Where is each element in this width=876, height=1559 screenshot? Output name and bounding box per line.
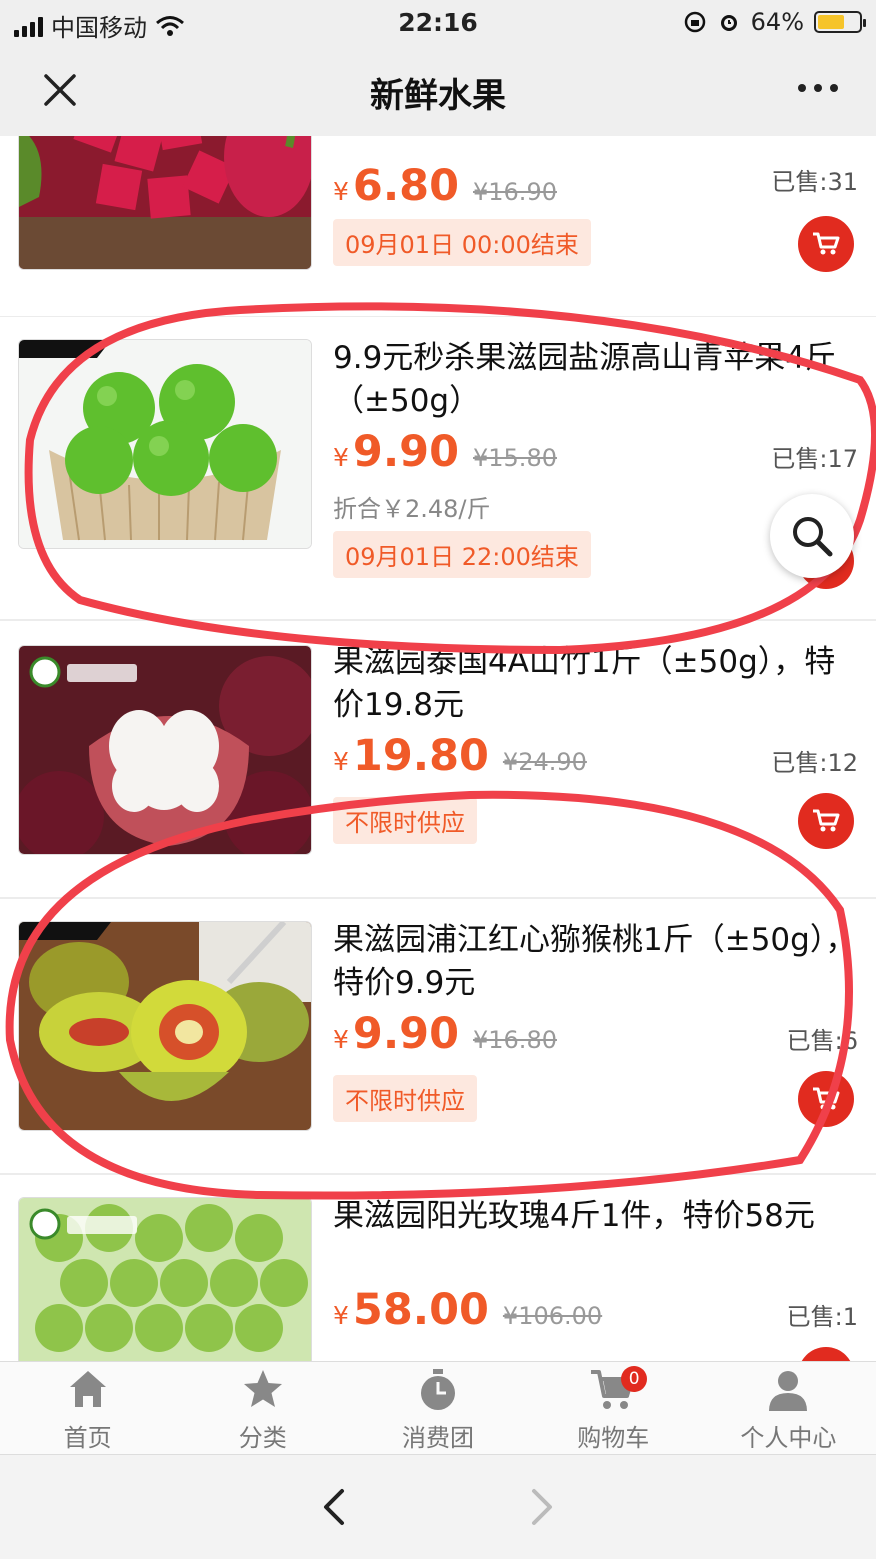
browser-nav — [0, 1454, 876, 1559]
add-to-cart-button[interactable] — [798, 1347, 854, 1361]
cart-icon — [813, 1087, 840, 1110]
search-button[interactable] — [770, 494, 854, 578]
cart-icon — [813, 809, 840, 832]
title-bar: 新鲜水果 — [0, 44, 876, 137]
product-list[interactable]: ¥ 6.80 ¥16.90 已售:31 09月01日 00:00结束 9.9元秒… — [0, 136, 876, 1361]
price: 6.80 — [352, 161, 459, 211]
currency-symbol: ¥ — [333, 1025, 349, 1054]
original-price: ¥106.00 — [502, 1302, 603, 1330]
product-name[interactable]: 9.9元秒杀果滋园盐源高山青苹果4斤（±50g） — [333, 337, 863, 423]
tab-home[interactable]: 首页 — [0, 1362, 175, 1454]
price-row: ¥ 19.80 ¥24.90 — [333, 731, 587, 781]
product-name[interactable]: 果滋园泰国4A山竹1斤（±50g），特价19.8元 — [333, 641, 863, 727]
currency-symbol: ¥ — [333, 747, 349, 776]
back-arrow-icon[interactable] — [318, 1487, 350, 1527]
add-to-cart-button[interactable] — [798, 793, 854, 849]
green-apple-image[interactable] — [18, 339, 312, 549]
page-title: 新鲜水果 — [370, 76, 506, 116]
original-price: ¥24.90 — [502, 748, 587, 776]
price: 9.90 — [352, 1009, 459, 1059]
price: 19.80 — [352, 731, 489, 781]
cart-icon — [813, 232, 840, 255]
currency-symbol: ¥ — [333, 177, 349, 206]
product-item[interactable]: 果滋园阳光玫瑰4斤1件，特价58元 ¥ 58.00 ¥106.00 已售:1 — [0, 1175, 876, 1361]
tab-profile[interactable]: 个人中心 — [701, 1362, 876, 1454]
mangosteen-image[interactable] — [18, 645, 312, 855]
tab-label: 个人中心 — [740, 1424, 837, 1452]
search-icon — [793, 517, 833, 557]
grape-image[interactable] — [18, 1197, 312, 1361]
unit-price: 折合￥2.48/斤 — [333, 495, 491, 523]
sold-count: 已售:12 — [771, 749, 858, 777]
product-name[interactable]: 果滋园浦江红心猕猴桃1斤（±50g），特价9.9元 — [333, 919, 863, 1005]
more-icon[interactable] — [796, 78, 840, 98]
price: 9.90 — [352, 427, 459, 477]
tab-bar: 首页 分类 消费团 0 购物车 个人中心 — [0, 1361, 876, 1454]
home-icon — [69, 1371, 106, 1407]
product-item[interactable]: 果滋园浦江红心猕猴桃1斤（±50g），特价9.9元 ¥ 9.90 ¥16.80 … — [0, 899, 876, 1175]
dragon-fruit-image[interactable] — [18, 136, 312, 270]
tab-label: 购物车 — [577, 1424, 650, 1452]
product-name[interactable]: 果滋园阳光玫瑰4斤1件，特价58元 — [333, 1195, 863, 1238]
timer-icon — [421, 1369, 455, 1410]
tab-label: 分类 — [238, 1424, 287, 1452]
deadline-badge: 09月01日 22:00结束 — [333, 531, 591, 578]
add-to-cart-button[interactable] — [798, 216, 854, 272]
product-item[interactable]: 果滋园泰国4A山竹1斤（±50g），特价19.8元 ¥ 19.80 ¥24.90… — [0, 621, 876, 899]
original-price: ¥16.80 — [473, 1026, 557, 1054]
price: 58.00 — [352, 1285, 489, 1335]
tab-group[interactable]: 消费团 — [350, 1362, 525, 1454]
supply-badge: 不限时供应 — [333, 1075, 477, 1122]
currency-symbol: ¥ — [333, 443, 349, 472]
deadline-badge: 09月01日 00:00结束 — [333, 219, 591, 266]
add-to-cart-button[interactable] — [798, 1071, 854, 1127]
kiwi-image[interactable] — [18, 921, 312, 1131]
user-icon — [769, 1371, 808, 1411]
cart-count-badge: 0 — [621, 1366, 648, 1392]
status-right: 64% — [683, 8, 866, 36]
product-item[interactable]: 9.9元秒杀果滋园盐源高山青苹果4斤（±50g） ¥ 9.90 ¥15.80 已… — [0, 317, 876, 621]
tab-category[interactable]: 分类 — [175, 1362, 350, 1454]
sold-count: 已售:17 — [771, 445, 858, 473]
tab-label: 首页 — [63, 1424, 112, 1452]
sold-count: 已售:1 — [786, 1303, 858, 1331]
sold-count: 已售:6 — [786, 1027, 858, 1055]
status-bar: 中国移动 22:16 64% — [0, 0, 876, 44]
forward-arrow-icon[interactable] — [526, 1487, 558, 1527]
sold-count: 已售:31 — [771, 168, 858, 196]
price-row: ¥ 6.80 ¥16.90 — [333, 161, 557, 211]
currency-symbol: ¥ — [333, 1301, 349, 1330]
battery-icon — [814, 11, 866, 33]
battery-percent: 64% — [750, 8, 804, 36]
original-price: ¥16.90 — [473, 178, 557, 206]
rotation-lock-icon — [684, 11, 705, 33]
star-icon — [243, 1370, 282, 1407]
supply-badge: 不限时供应 — [333, 797, 477, 844]
product-item[interactable]: ¥ 6.80 ¥16.90 已售:31 09月01日 00:00结束 — [0, 136, 876, 318]
original-price: ¥15.80 — [473, 444, 557, 472]
tab-label: 消费团 — [402, 1424, 474, 1452]
price-row: ¥ 58.00 ¥106.00 — [333, 1285, 602, 1335]
price-row: ¥ 9.90 ¥15.80 — [333, 427, 557, 477]
price-row: ¥ 9.90 ¥16.80 — [333, 1009, 557, 1059]
alarm-icon — [720, 15, 737, 31]
tab-cart[interactable]: 0 购物车 — [526, 1362, 701, 1454]
